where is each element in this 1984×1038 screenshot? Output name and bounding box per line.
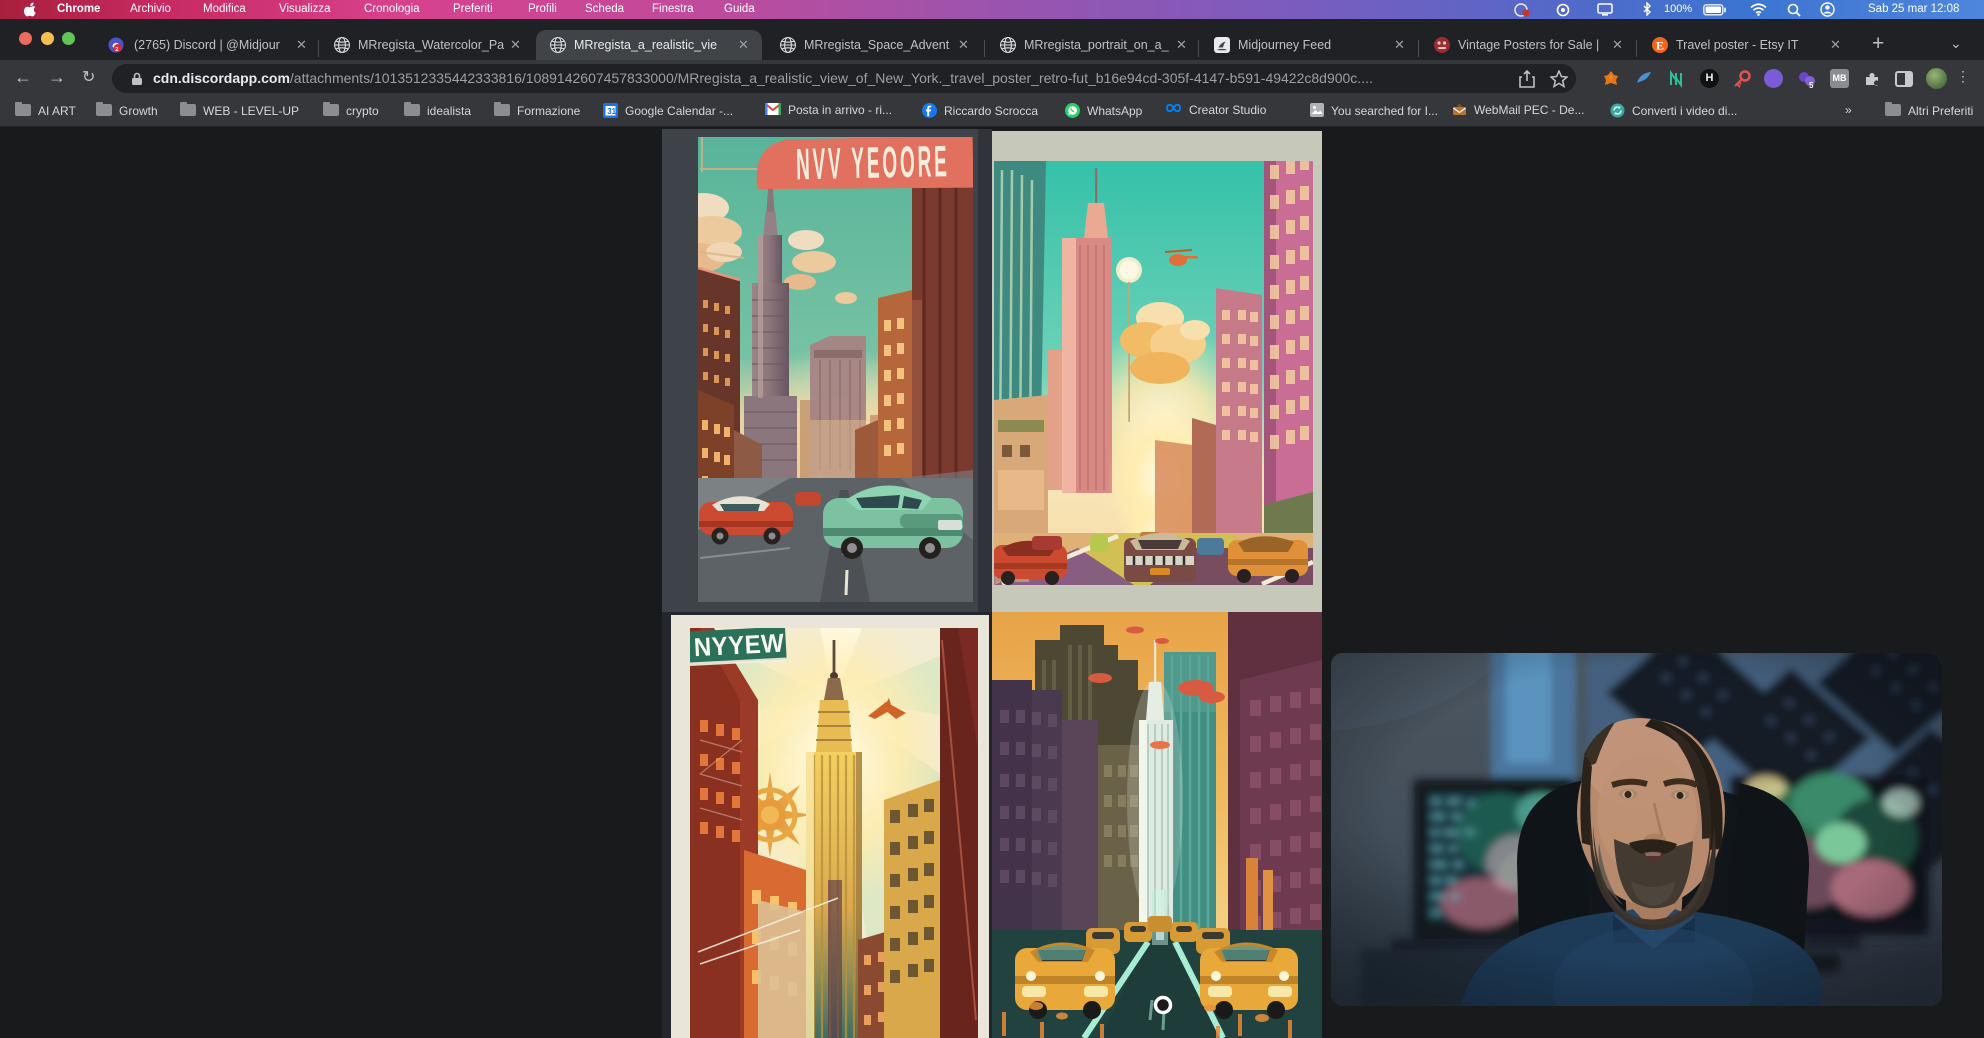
svg-text:E: E (1656, 39, 1664, 53)
svg-text:2: 2 (115, 47, 118, 53)
svg-text:31: 31 (607, 107, 616, 116)
svg-text:NYYEW: NYYEW (693, 629, 785, 663)
svg-text:5: 5 (1809, 81, 1814, 90)
svg-text:NVV YEOORE: NVV YEOORE (796, 137, 951, 190)
